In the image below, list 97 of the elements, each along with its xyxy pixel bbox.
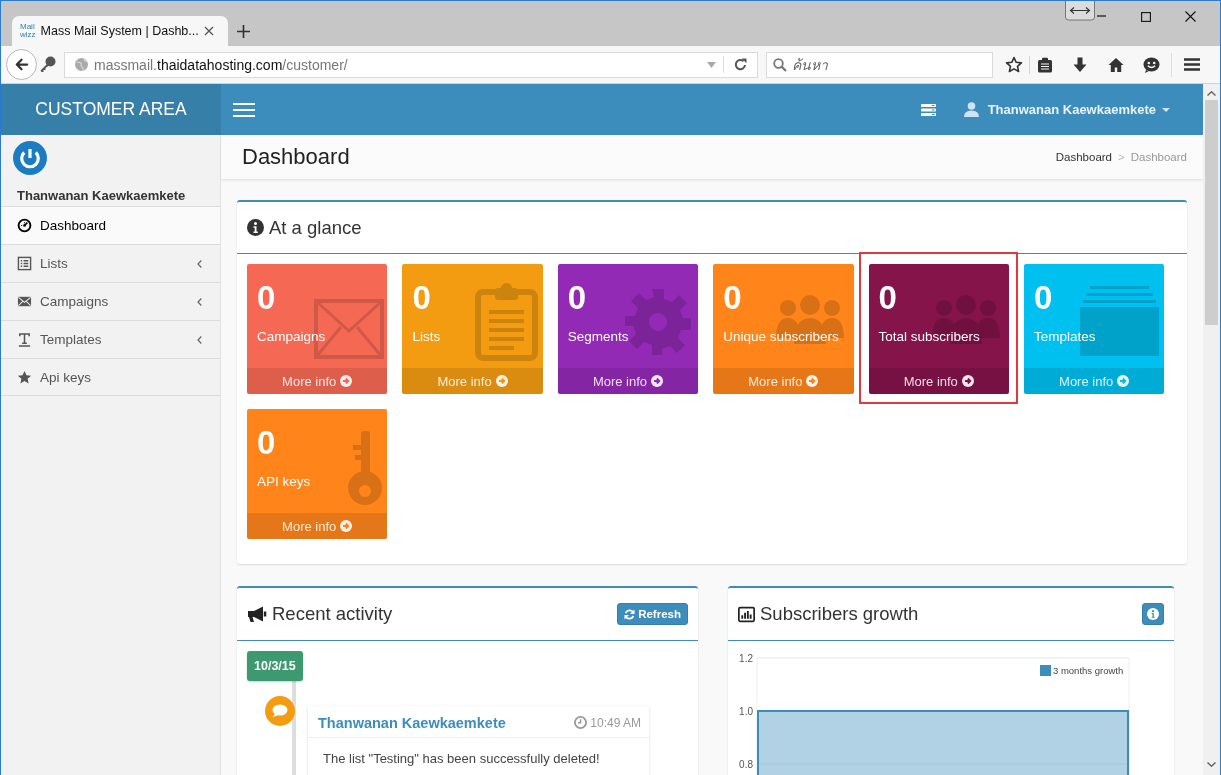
key-icon [346, 429, 384, 506]
more-info-link[interactable]: More info [247, 368, 388, 394]
scrollbar[interactable] [1203, 84, 1220, 775]
back-button[interactable] [6, 49, 37, 80]
stat-label: Total subscribers [878, 328, 980, 346]
stat-label: Segments [567, 328, 629, 346]
info-icon [247, 219, 264, 236]
address-bar[interactable]: massmail.thaidatahosting.com/customer/ [64, 51, 758, 78]
power-icon [13, 141, 47, 175]
stat-value: 0 [878, 281, 897, 314]
panel-title: At a glance [269, 216, 362, 239]
search-icon [773, 57, 787, 72]
user-name: Thanwanan Kaewkaemkete [17, 188, 186, 203]
clipboard-icon[interactable] [1037, 56, 1053, 73]
page-title: Dashboard [242, 144, 350, 170]
arrow-right-icon [340, 520, 353, 532]
sidebar-label: Dashboard [40, 218, 107, 233]
list-icon [17, 256, 32, 271]
stat-value: 0 [723, 281, 742, 314]
stat-label: Lists [412, 328, 441, 346]
star-icon[interactable] [1005, 55, 1023, 74]
sidebar-label: Lists [40, 256, 68, 271]
activity-time: 10:49 AM [590, 715, 641, 730]
caret-icon [1162, 107, 1170, 112]
info-button[interactable] [1142, 603, 1164, 625]
star-icon [17, 369, 32, 385]
chevron-down-icon[interactable] [1207, 762, 1216, 767]
arrow-right-icon [961, 375, 974, 387]
reload-icon[interactable] [734, 58, 747, 71]
search-field[interactable]: ค้นหา [766, 51, 993, 78]
smiley-icon[interactable] [1143, 56, 1160, 73]
date-label: 10/3/15 [247, 651, 303, 681]
text-icon [17, 332, 32, 347]
axis-label: 0.8 [739, 758, 753, 770]
bar-chart-icon [738, 605, 755, 623]
user-menu[interactable]: Thanwanan Kaewkaemkete [963, 102, 1170, 117]
megaphone-icon [247, 605, 267, 623]
key-icon[interactable] [39, 56, 56, 73]
sidebar-label: Campaigns [40, 294, 109, 309]
favicon-text: wizz [20, 31, 36, 39]
double-arrow-icon [1065, 1, 1095, 21]
stat-value: 0 [257, 281, 276, 314]
user-icon [963, 102, 979, 117]
panel-title: Recent activity [272, 603, 393, 625]
axis-label: 1.2 [739, 652, 753, 664]
stat-value: 0 [1033, 281, 1053, 314]
home-icon[interactable] [1108, 56, 1124, 73]
sidebar-label: Api keys [40, 369, 92, 385]
stat-label: Unique subscribers [723, 328, 839, 346]
arrow-right-icon [651, 375, 664, 387]
stacked-bars-icon[interactable] [920, 103, 936, 116]
refresh-icon [624, 608, 636, 620]
envelope-icon [17, 294, 32, 309]
stat-label: Templates [1033, 328, 1096, 346]
panel-title: Subscribers growth [760, 603, 919, 625]
stat-label: Campaigns [257, 328, 326, 346]
sidebar-item[interactable]: Dashboard [1, 206, 220, 244]
stat-value: 0 [567, 281, 587, 314]
arrow-left-icon [14, 57, 29, 72]
close-icon[interactable] [204, 26, 214, 36]
breadcrumb-separator: > [1118, 151, 1125, 163]
refresh-button[interactable]: Refresh [617, 603, 688, 625]
more-info-link[interactable]: More info [868, 368, 1009, 394]
globe-icon [75, 58, 88, 71]
arrow-right-icon [340, 375, 353, 387]
activity-message: The list "Testing" has been successfully deleted! [322, 750, 601, 768]
brand-title[interactable]: CUSTOMER AREA [35, 99, 187, 120]
stat-value: 0 [412, 281, 431, 314]
stat-value: 0 [257, 426, 276, 459]
arrow-right-icon [1117, 375, 1130, 387]
menu-icon[interactable] [1184, 58, 1200, 71]
breadcrumb-item: Dashboard [1130, 151, 1187, 163]
chevron-up-icon[interactable] [1207, 91, 1216, 96]
plus-icon[interactable] [237, 25, 250, 38]
close-icon[interactable] [1185, 11, 1196, 22]
clipboard-icon [475, 283, 539, 361]
clock-icon [574, 716, 588, 729]
tab-title: Mass Mail System | Dashb... [40, 24, 199, 38]
breadcrumb-item[interactable]: Dashboard [1055, 151, 1112, 163]
maximize-icon[interactable] [1141, 12, 1151, 22]
axis-label: 1.0 [739, 705, 753, 717]
more-info-link[interactable]: More info [557, 368, 699, 394]
scrollbar-thumb[interactable] [1205, 100, 1218, 325]
arrow-right-icon [806, 375, 819, 387]
arrow-right-icon [495, 375, 508, 387]
dashboard-icon [17, 218, 32, 233]
stat-label: API keys [257, 473, 311, 491]
legend-label: 3 months growth [1053, 665, 1124, 676]
comment-icon [265, 696, 295, 726]
favicon-text: Mail [20, 23, 36, 31]
url-text: massmail.thaidatahosting.com/customer/ [94, 56, 348, 73]
sidebar-label: Templates [40, 332, 102, 347]
activity-author[interactable]: Thanwanan Kaewkaemkete [318, 714, 506, 731]
download-icon[interactable] [1072, 56, 1088, 73]
info-icon [1147, 608, 1159, 620]
user-name: Thanwanan Kaewkaemkete [987, 102, 1156, 117]
sidebar-item[interactable]: Api keys [1, 358, 220, 396]
